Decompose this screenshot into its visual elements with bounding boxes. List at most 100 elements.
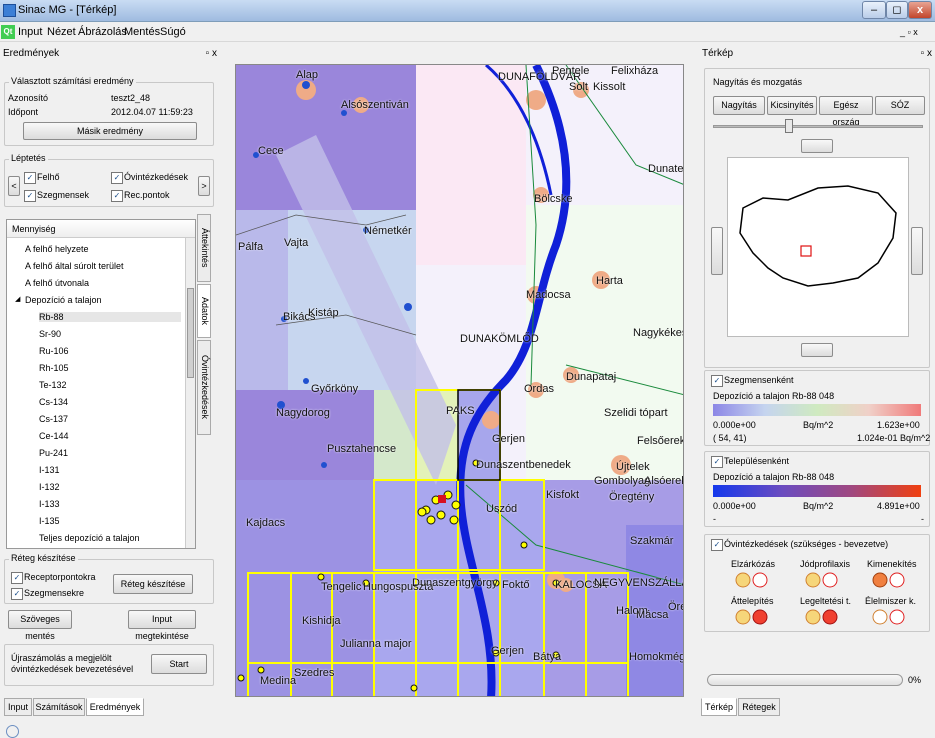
tree-item[interactable]: Cs-137 xyxy=(39,414,68,424)
tree-item[interactable]: A felhő útvonala xyxy=(25,278,89,288)
settlements-gradient xyxy=(713,485,921,497)
map-label: Szelidi tópart xyxy=(604,407,668,419)
tab-terkep[interactable]: Térkép xyxy=(701,698,737,716)
tree-item[interactable]: A felhő helyzete xyxy=(25,244,89,254)
tab-szamitasok[interactable]: Számítások xyxy=(33,698,85,716)
app-icon xyxy=(3,4,16,17)
tree-item[interactable]: Te-132 xyxy=(39,380,67,390)
next-button[interactable]: > xyxy=(198,176,210,196)
map-label: Gerjen xyxy=(491,645,525,657)
tree-item[interactable]: Ru-106 xyxy=(39,346,69,356)
menu-mentes[interactable]: Mentés xyxy=(124,26,160,38)
tree-item[interactable]: Sr-90 xyxy=(39,329,61,339)
tab-retegek[interactable]: Rétegek xyxy=(738,698,780,716)
zoom-in-button[interactable]: Nagyítás xyxy=(713,96,765,115)
results-dock-title: Eredmények xyxy=(3,48,60,59)
overview-map[interactable] xyxy=(727,157,909,337)
dock-float-close-icon[interactable]: ▫ x xyxy=(206,46,217,62)
check-settlements-legend[interactable]: Településenként xyxy=(711,456,789,468)
pan-down-button[interactable] xyxy=(801,343,833,357)
tab-eredmenyek[interactable]: Eredmények xyxy=(86,698,144,716)
map-label: Nagykékes xyxy=(633,327,684,339)
tree-item[interactable]: A felhő által súrolt terület xyxy=(25,261,124,271)
other-result-button[interactable]: Másik eredmény xyxy=(23,122,197,140)
map-label: Alsóerek xyxy=(644,475,684,487)
segments-min: 0.000e+00 xyxy=(713,420,756,430)
map-label: Kishidja xyxy=(302,615,341,627)
tree-item[interactable]: I-132 xyxy=(39,482,60,492)
tree-scrollbar[interactable] xyxy=(185,238,195,548)
check-felho[interactable]: Felhő xyxy=(24,172,60,184)
menu-nezet[interactable]: Nézet xyxy=(47,26,76,38)
tree-item[interactable]: Teljes depozíció a talajon xyxy=(39,533,140,543)
pan-right-button[interactable] xyxy=(911,227,923,275)
settlements-max: 4.891e+00 xyxy=(877,501,920,511)
tree-header-label: Mennyiség xyxy=(12,224,56,234)
measure-label-elzarkozas: Elzárkózás xyxy=(731,559,776,569)
tree-item[interactable]: Pu-241 xyxy=(39,448,68,458)
start-button[interactable]: Start xyxy=(151,654,207,674)
check-measures-legend[interactable]: Óvintézkedések (szükséges - bevezetve) xyxy=(711,539,888,551)
view-input-button[interactable]: Input megtekintése xyxy=(128,610,196,641)
minimize-button[interactable]: – xyxy=(862,1,886,19)
make-layer-button[interactable]: Réteg készítése xyxy=(113,574,193,594)
menu-sugo[interactable]: Súgó xyxy=(160,26,186,38)
side-tab-attekintes[interactable]: Áttekintés xyxy=(197,214,211,282)
check-szegmensek[interactable]: Szegmensek xyxy=(24,190,89,202)
zoom-out-button[interactable]: Kicsinyítés xyxy=(767,96,817,115)
segments-gradient xyxy=(713,404,921,416)
settlements-dash-left: - xyxy=(713,514,716,524)
segments-cursor-value: 1.024e-01 Bq/m^2 xyxy=(857,433,931,443)
hungary-outline xyxy=(739,185,897,287)
prev-button[interactable]: < xyxy=(8,176,20,196)
side-tab-adatok[interactable]: Adatok xyxy=(197,284,211,338)
check-ovintezkedesek[interactable]: Óvintézkedések xyxy=(111,172,188,184)
map-dock: Térkép ▫ x Nagyítás és mozgatás Nagyítás… xyxy=(699,46,935,738)
soz-button[interactable]: SÓZ xyxy=(875,96,925,115)
check-segments-legend[interactable]: Szegmensenként xyxy=(711,375,794,387)
text-save-button[interactable]: Szöveges mentés xyxy=(8,610,72,641)
maximize-button[interactable]: ◻ xyxy=(886,1,908,19)
tree-item[interactable]: I-135 xyxy=(39,516,60,526)
map-label: Mácsa xyxy=(636,609,669,621)
tree-scroll-thumb[interactable] xyxy=(187,288,194,378)
tree-item[interactable]: I-133 xyxy=(39,499,60,509)
tree-item[interactable]: Ce-144 xyxy=(39,431,69,441)
close-button[interactable]: x xyxy=(908,1,932,19)
tree-item[interactable]: Rb-88 xyxy=(39,312,181,322)
tree-item[interactable]: Cs-134 xyxy=(39,397,68,407)
zoom-slider[interactable] xyxy=(713,125,923,128)
check-receptorpontokra[interactable]: Receptorpontokra xyxy=(11,572,96,584)
map-label: Újtelek xyxy=(616,461,650,473)
map-label: Julianna major xyxy=(340,638,412,650)
pan-up-button[interactable] xyxy=(801,139,833,153)
map-label: Gombolyag xyxy=(594,475,651,487)
measures-legend: Óvintézkedések (szükséges - bevezetve) E… xyxy=(704,534,930,632)
map-label: Dunaszentgyörgy xyxy=(412,577,498,589)
menu-abrazolas[interactable]: Ábrázolás xyxy=(78,26,127,38)
map-label: Kajdacs xyxy=(246,517,286,529)
mdi-controls[interactable]: _ ▫ x xyxy=(900,27,918,37)
tab-input[interactable]: Input xyxy=(4,698,32,716)
tree-item[interactable]: I-131 xyxy=(39,465,60,475)
tree-group-depozicio[interactable]: Depozíció a talajon xyxy=(25,295,102,305)
check-recpontok[interactable]: Rec.pontok xyxy=(111,190,170,202)
tree-expand-icon[interactable]: ◢ xyxy=(15,295,20,303)
map-label: Madocsa xyxy=(526,289,571,301)
quantity-tree: Mennyiség A felhő helyzete A felhő által … xyxy=(6,219,196,549)
whole-country-button[interactable]: Egész ország xyxy=(819,96,873,127)
map-label: Cece xyxy=(258,145,284,157)
pan-left-button[interactable] xyxy=(711,227,723,275)
tree-item[interactable]: Rh-105 xyxy=(39,363,69,373)
map-label: Kisfokt xyxy=(546,489,580,501)
measure-label-kimenekites: Kimenekítés xyxy=(867,559,917,569)
bottom-tabbar: Input Számítások Eredmények xyxy=(0,698,200,718)
zoom-slider-handle[interactable] xyxy=(785,119,793,133)
segments-unit: Bq/m^2 xyxy=(803,420,834,430)
menu-input[interactable]: Input xyxy=(18,26,42,38)
map-dock-float-close-icon[interactable]: ▫ x xyxy=(921,46,932,62)
check-szegmensekre[interactable]: Szegmensekre xyxy=(11,588,84,600)
map-label: Tengelic xyxy=(321,581,362,593)
map-canvas[interactable]: Alap Alsószentiván Cece DUNAFÖLDVÁR Solt Kiss… xyxy=(235,64,684,697)
side-tab-ovintezkedesek[interactable]: Óvintézkedések xyxy=(197,340,211,435)
